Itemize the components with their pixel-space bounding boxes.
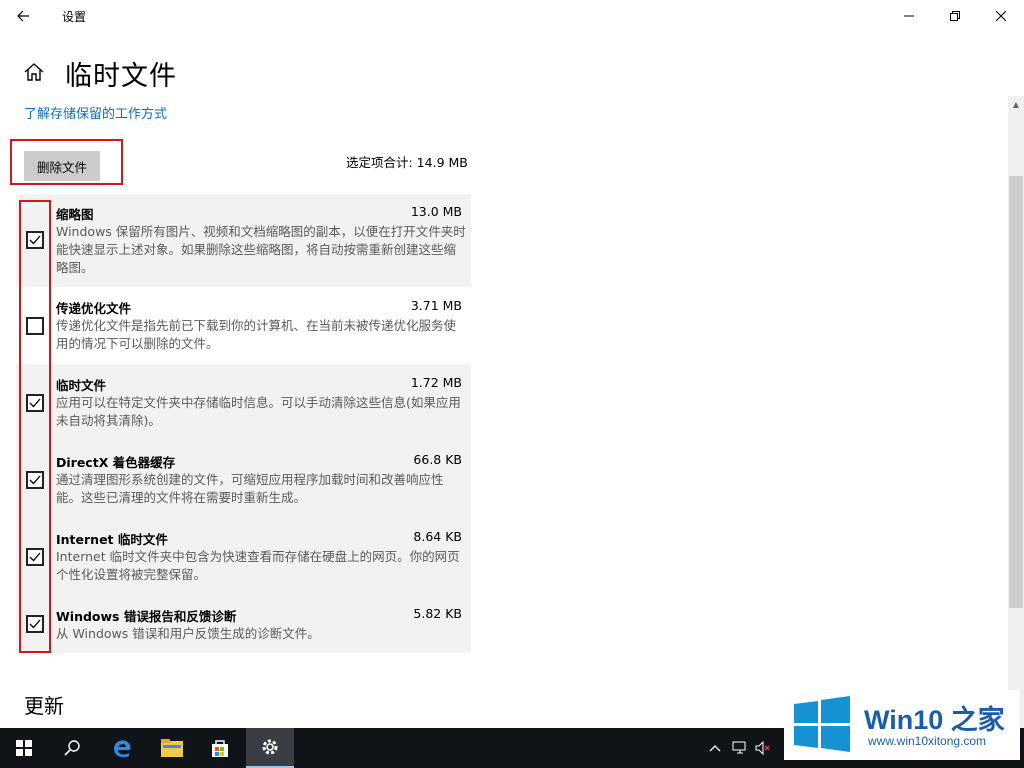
edge-icon xyxy=(114,740,131,758)
windows-start-icon xyxy=(16,740,32,756)
minimize-icon xyxy=(904,15,914,17)
item-name: 缩略图 xyxy=(56,207,94,222)
item-description: Windows 保留所有图片、视频和文档缩略图的副本，以便在打开文件夹时能快速显… xyxy=(56,224,466,275)
item-description: 传递优化文件是指先前已下载到你的计算机、在当前未被传递优化服务使用的情况下可以删… xyxy=(56,318,457,351)
page-title: 临时文件 xyxy=(65,61,177,92)
watermark-url: www.win10xitong.com xyxy=(868,734,987,748)
annotation-box-delete xyxy=(10,139,123,185)
file-explorer-icon xyxy=(161,739,183,757)
item-description: 应用可以在特定文件夹中存储临时信息。可以手动清除这些信息(如果应用未自动将其清除… xyxy=(56,395,461,428)
chevron-up-icon[interactable] xyxy=(707,740,723,756)
watermark: Win10 之家 www.win10xitong.com xyxy=(784,690,1020,760)
store-icon xyxy=(212,740,228,757)
windows-logo-icon xyxy=(794,696,850,752)
close-icon xyxy=(996,11,1006,21)
item-description: 从 Windows 错误和用户反馈生成的诊断文件。 xyxy=(56,626,320,641)
search-button[interactable] xyxy=(48,728,96,768)
volume-muted-icon[interactable] xyxy=(755,740,771,756)
taskbar-store[interactable] xyxy=(196,728,244,768)
settings-icon xyxy=(262,739,278,755)
list-item: 传递优化文件 3.71 MB 传递优化文件是指先前已下载到你的计算机、在当前未被… xyxy=(16,287,471,364)
list-item: Internet 临时文件 8.64 KB Internet 临时文件夹中包含为… xyxy=(16,518,471,595)
item-name: Internet 临时文件 xyxy=(56,532,168,547)
search-icon xyxy=(64,740,80,756)
item-name: DirectX 着色器缓存 xyxy=(56,455,176,470)
back-arrow-icon xyxy=(17,10,29,22)
taskbar-file-explorer[interactable] xyxy=(148,728,196,768)
title-bar: 设置 xyxy=(0,0,1024,34)
restore-icon xyxy=(950,11,960,21)
annotation-box-checkboxes xyxy=(19,200,51,653)
back-button[interactable] xyxy=(0,0,46,32)
item-name: 传递优化文件 xyxy=(56,301,132,316)
app-title: 设置 xyxy=(62,10,87,24)
selected-total: 选定项合计: 14.9 MB xyxy=(346,155,468,170)
scroll-up-button[interactable]: ▲ xyxy=(1008,96,1024,112)
list-item: Windows 错误报告和反馈诊断 5.82 KB 从 Windows 错误和用… xyxy=(16,595,471,653)
list-item: 缩略图 13.0 MB Windows 保留所有图片、视频和文档缩略图的副本，以… xyxy=(16,194,471,287)
minimize-button[interactable] xyxy=(886,0,932,32)
item-description: 通过清理图形系统创建的文件，可缩短应用程序加载时间和改善响应性能。这些已清理的文… xyxy=(56,472,444,505)
watermark-brand: Win10 之家 xyxy=(864,705,1005,735)
learn-storage-link[interactable]: 了解存储保留的工作方式 xyxy=(24,103,167,122)
item-size: 8.64 KB xyxy=(413,529,462,544)
list-item: DirectX 着色器缓存 66.8 KB 通过清理图形系统创建的文件，可缩短应… xyxy=(16,441,471,518)
start-button[interactable] xyxy=(0,728,48,768)
section-heading-update: 更新 xyxy=(24,694,64,718)
list-item: 临时文件 1.72 MB 应用可以在特定文件夹中存储临时信息。可以手动清除这些信… xyxy=(16,364,471,441)
item-size: 5.82 KB xyxy=(413,606,462,621)
scrollbar-thumb[interactable] xyxy=(1009,176,1023,608)
taskbar-settings[interactable] xyxy=(246,728,294,768)
item-description: Internet 临时文件夹中包含为快速查看而存储在硬盘上的网页。你的网页个性化… xyxy=(56,549,460,582)
item-name: 临时文件 xyxy=(56,378,107,393)
item-size: 1.72 MB xyxy=(410,375,462,390)
close-button[interactable] xyxy=(978,0,1024,32)
taskbar-edge[interactable] xyxy=(98,728,146,768)
network-icon[interactable] xyxy=(732,740,748,756)
item-name: Windows 错误报告和反馈诊断 xyxy=(56,609,237,624)
item-size: 3.71 MB xyxy=(410,298,462,313)
restore-button[interactable] xyxy=(932,0,978,32)
item-size: 66.8 KB xyxy=(413,452,462,467)
item-size: 13.0 MB xyxy=(410,204,462,219)
home-icon[interactable] xyxy=(22,60,46,84)
